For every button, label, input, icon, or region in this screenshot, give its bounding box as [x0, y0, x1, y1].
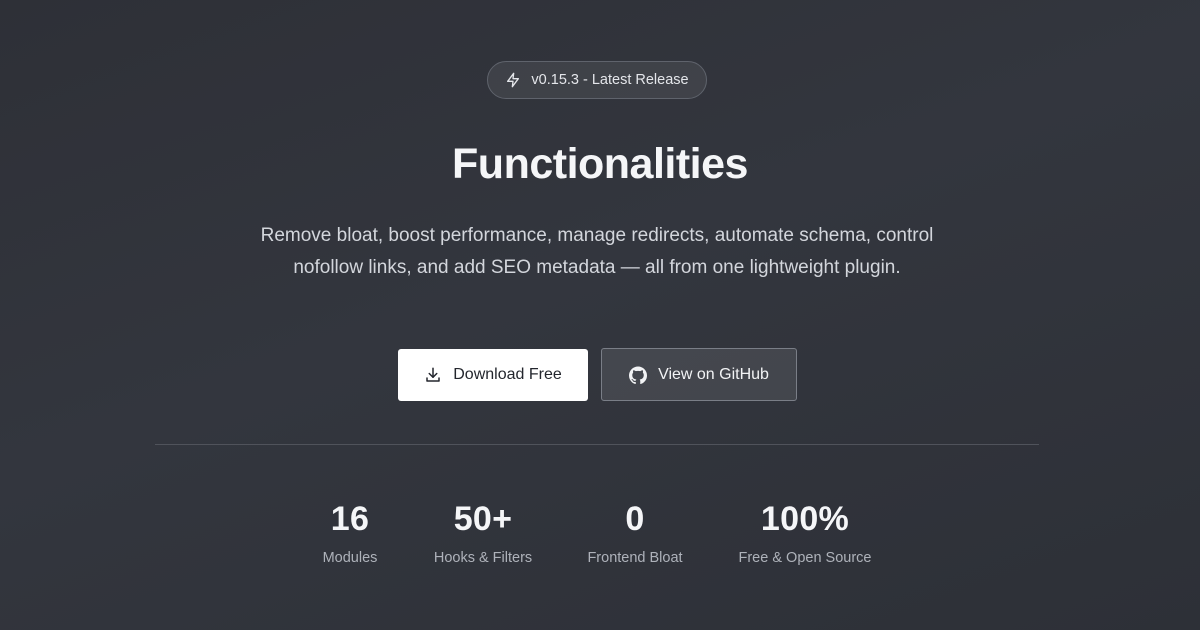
stat-free-open-source: 100% Free & Open Source [725, 498, 885, 567]
view-on-github-button[interactable]: View on GitHub [601, 348, 797, 401]
release-badge[interactable]: v0.15.3 - Latest Release [487, 61, 707, 99]
download-free-button[interactable]: Download Free [398, 349, 588, 401]
stat-label: Frontend Bloat [587, 550, 683, 566]
stat-frontend-bloat: 0 Frontend Bloat [575, 498, 695, 567]
section-divider [155, 444, 1039, 445]
page-title: Functionalities [452, 140, 748, 188]
stat-hooks-filters: 50+ Hooks & Filters [422, 498, 544, 567]
stat-value: 50+ [453, 500, 513, 538]
download-icon [424, 366, 442, 384]
stat-value: 16 [330, 500, 370, 538]
hero-section: v0.15.3 - Latest Release Functionalities… [0, 0, 1200, 630]
stat-value: 100% [760, 500, 850, 538]
stat-value: 0 [625, 500, 645, 538]
stat-label: Hooks & Filters [433, 550, 533, 566]
view-on-github-label: View on GitHub [658, 365, 769, 383]
stat-label: Modules [322, 550, 378, 566]
stat-modules: 16 Modules [304, 498, 396, 567]
stat-label: Free & Open Source [738, 550, 872, 566]
hero-description: Remove bloat, boost performance, manage … [260, 225, 934, 278]
github-icon [629, 366, 648, 384]
lightning-icon [505, 72, 521, 88]
download-free-label: Download Free [453, 366, 562, 383]
release-badge-label: v0.15.3 - Latest Release [531, 72, 689, 88]
